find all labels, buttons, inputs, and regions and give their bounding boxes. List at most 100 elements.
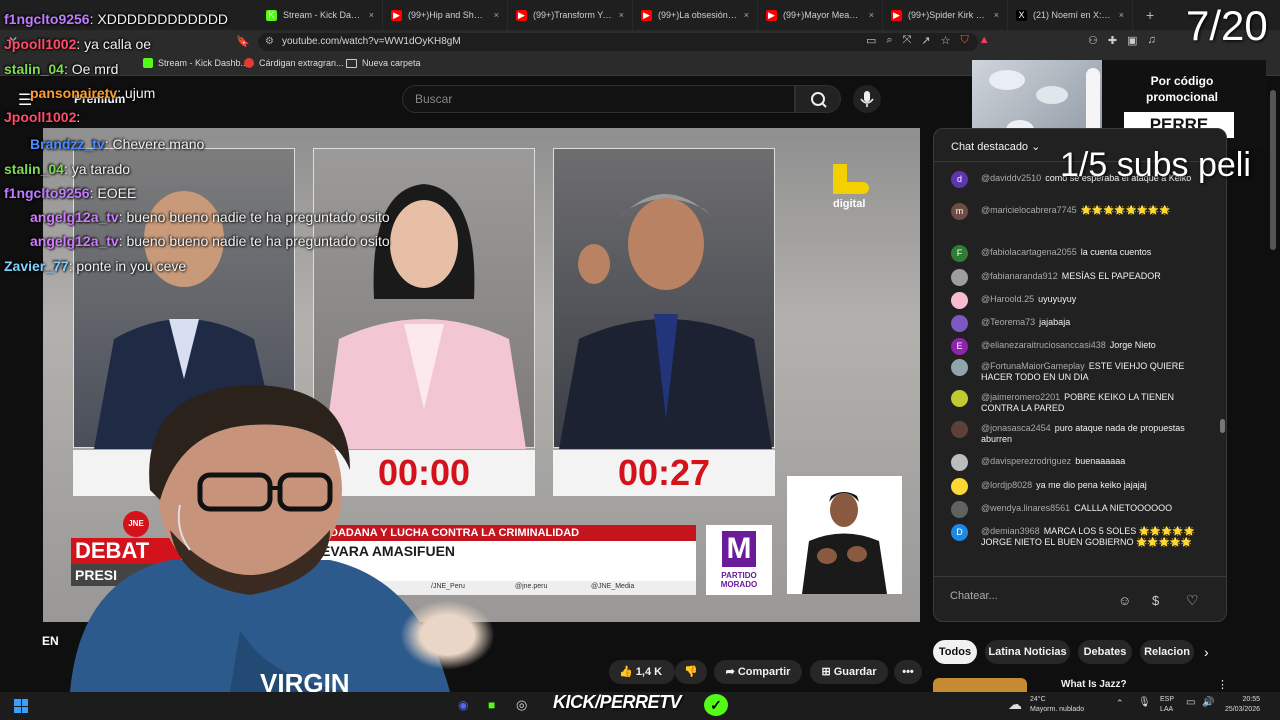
chevron-down-icon: ⌄ <box>1031 141 1041 153</box>
chat-author[interactable]: @davisperezrodriguez <box>981 456 1071 466</box>
clock-time[interactable]: 20:55 <box>1220 696 1260 703</box>
sidebar-icon[interactable]: ▣ <box>1127 34 1137 47</box>
overlay-chat-user: angelg12a_tv <box>30 209 119 225</box>
social-instagram: @JNE_Media <box>591 583 635 590</box>
share-button[interactable]: ➦ Compartir <box>714 660 802 684</box>
chat-author[interactable]: @wendya.linares8561 <box>981 503 1070 513</box>
thumbs-up-icon: 👍 <box>619 666 633 678</box>
media-icon[interactable]: ♫ <box>1148 34 1156 47</box>
chat-scrollbar[interactable] <box>1220 419 1225 433</box>
chip-relacionados[interactable]: Relacion <box>1140 640 1194 664</box>
chat-header[interactable]: Chat destacado ⌄ <box>951 140 1040 153</box>
browser-tab[interactable]: ▶ (99+)La obsesión y el amo × <box>633 0 758 30</box>
chat-author[interactable]: @fabiolacartagena2055 <box>981 247 1077 257</box>
chat-author[interactable]: @daviddv2510 <box>981 173 1041 183</box>
chat-author[interactable]: @fabianaranda912 <box>981 271 1058 281</box>
chip-latina-noticias[interactable]: Latina Noticias <box>985 640 1070 664</box>
bookmark-cardigan[interactable]: Cárdigan extragran... <box>244 58 344 68</box>
tab-close-icon[interactable]: × <box>994 10 999 20</box>
emoji-icon[interactable]: ☺ <box>1118 593 1131 608</box>
more-actions-button[interactable]: ••• <box>894 660 922 684</box>
browser-tab[interactable]: K Stream - Kick Dashboard × <box>258 0 383 30</box>
tab-close-icon[interactable]: × <box>369 10 374 20</box>
tab-close-icon[interactable]: × <box>869 10 874 20</box>
dislike-button[interactable]: 👎 <box>675 660 707 684</box>
bookmark-icon[interactable]: 🔖 <box>236 35 250 48</box>
chat-author[interactable]: @Teorema73 <box>981 317 1035 327</box>
chat-author[interactable]: @elianezaraitruciosanccasi438 <box>981 340 1106 350</box>
avatar[interactable] <box>951 359 968 376</box>
next-video-menu-icon[interactable]: ⋮ <box>1217 678 1228 691</box>
avatar[interactable] <box>951 478 968 495</box>
avatar[interactable] <box>951 421 968 438</box>
chat-author[interactable]: @jonasasca2454 <box>981 423 1051 433</box>
tab-close-icon[interactable]: × <box>619 10 624 20</box>
avatar[interactable]: E <box>951 338 968 355</box>
voice-search-button[interactable] <box>853 85 881 113</box>
favorite-icon[interactable]: ☆ <box>941 34 951 47</box>
avatar[interactable] <box>951 454 968 471</box>
brave-shield-icon[interactable]: ⛉ <box>960 34 968 47</box>
tray-chevron-icon[interactable]: ⌃ <box>1116 698 1124 709</box>
search-icon <box>811 92 827 108</box>
overlay-chat-user: Jpooll1002 <box>4 109 77 125</box>
browser-tab[interactable]: ▶ (99+)Spider Kirk - Brand n × <box>883 0 1008 30</box>
chat-author[interactable]: @FortunaMaiorGameplay <box>981 361 1085 371</box>
display-icon[interactable]: ▭ <box>1186 697 1195 708</box>
tray-mic-icon[interactable]: 🎙 <box>1138 697 1151 708</box>
zoom-icon[interactable]: ⌕ <box>886 34 892 47</box>
obs-icon[interactable]: ◎ <box>516 697 527 713</box>
avatar[interactable]: D <box>951 524 968 541</box>
avatar[interactable]: F <box>951 245 968 262</box>
chip-todos[interactable]: Todos <box>933 640 977 664</box>
next-video-title[interactable]: What Is Jazz? <box>1061 679 1127 690</box>
kick-taskbar-icon[interactable]: ■ <box>488 698 495 712</box>
chat-author[interactable]: @maricielocabrera7745 <box>981 205 1077 215</box>
browser-tab[interactable]: X (21) Noemí en X: "200.000 × <box>1008 0 1133 30</box>
discord-icon[interactable]: ◉ <box>458 698 468 712</box>
keyboard-layout[interactable]: LAA <box>1160 706 1173 713</box>
cast-icon[interactable]: ▭ <box>866 34 876 47</box>
avatar[interactable] <box>951 501 968 518</box>
next-video-thumbnail[interactable] <box>933 678 1027 692</box>
browser-tab[interactable]: ▶ (99+)Hip and Shoulder Mo × <box>383 0 508 30</box>
like-button[interactable]: 👍 1,4 K <box>609 660 675 684</box>
search-input[interactable]: Buscar <box>402 85 795 113</box>
browser-tab[interactable]: ▶ (99+)Transform Your Phys × <box>508 0 633 30</box>
language-code[interactable]: ESP <box>1160 696 1174 703</box>
brave-rewards-icon[interactable]: ▲ <box>979 34 990 47</box>
avatar[interactable] <box>951 315 968 332</box>
search-button[interactable] <box>795 85 841 113</box>
volume-icon[interactable]: 🔊 <box>1202 697 1214 708</box>
save-button[interactable]: ⊞ Guardar <box>810 660 888 684</box>
chip-debates[interactable]: Debates <box>1078 640 1132 664</box>
windows-start-icon[interactable] <box>14 699 28 713</box>
clock-date[interactable]: 25/03/2026 <box>1220 706 1260 713</box>
screenshot-icon[interactable]: ⤧ <box>903 34 912 47</box>
browser-tab[interactable]: ▶ (99+)Mayor Meanswell's S × <box>758 0 883 30</box>
avatar[interactable] <box>951 269 968 286</box>
avatar[interactable] <box>951 292 968 309</box>
extension-icon[interactable]: ⚇ <box>1088 34 1098 47</box>
chat-author[interactable]: @jaimeromero2201 <box>981 392 1060 402</box>
site-info-icon[interactable]: ⚙ <box>265 33 274 51</box>
page-scrollbar[interactable] <box>1270 90 1276 250</box>
avatar[interactable]: d <box>951 171 968 188</box>
new-tab-button[interactable]: + <box>1146 7 1154 23</box>
chat-author[interactable]: @lordjp8028 <box>981 480 1032 490</box>
bookmark-kick[interactable]: Stream - Kick Dashb... <box>143 58 248 68</box>
avatar[interactable]: m <box>951 203 968 220</box>
super-chat-icon[interactable]: $ <box>1152 593 1159 608</box>
chevron-right-icon[interactable]: › <box>1204 644 1209 660</box>
chat-author[interactable]: @demian3968 <box>981 526 1040 536</box>
bookmark-folder[interactable]: Nueva carpeta <box>346 58 421 68</box>
chat-author[interactable]: @Haroold.25 <box>981 294 1034 304</box>
avatar[interactable] <box>951 390 968 407</box>
tab-close-icon[interactable]: × <box>744 10 749 20</box>
chat-message-body: @jaimeromero2201 POBRE KEIKO LA TIENEN CO… <box>981 392 1213 414</box>
puzzle-icon[interactable]: ✚ <box>1108 34 1117 47</box>
tab-close-icon[interactable]: × <box>494 10 499 20</box>
heart-icon[interactable]: ♡ <box>1186 592 1199 609</box>
tab-close-icon[interactable]: × <box>1119 10 1124 20</box>
share-icon[interactable]: ↗ <box>921 34 930 47</box>
